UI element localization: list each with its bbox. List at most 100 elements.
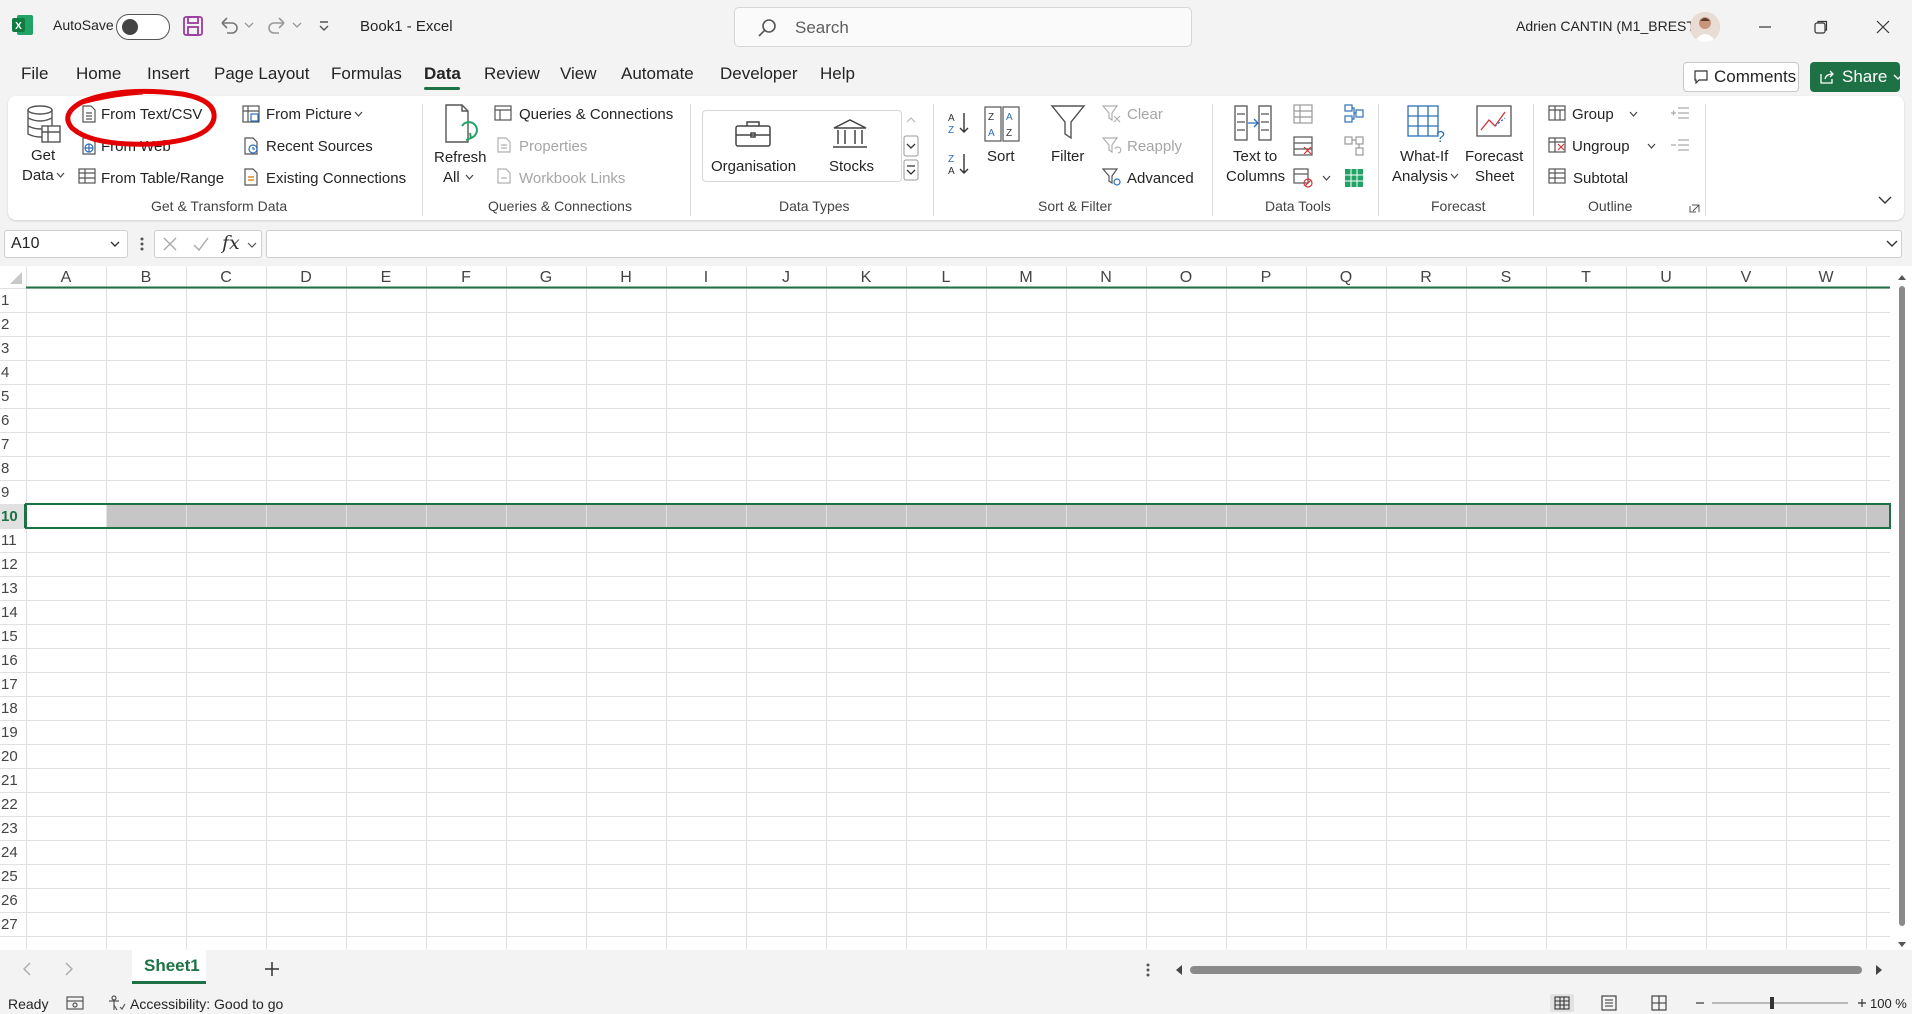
tab-help[interactable]: Help	[820, 64, 855, 84]
tab-insert[interactable]: Insert	[147, 64, 190, 84]
cancel-icon[interactable]	[162, 236, 178, 252]
row-header[interactable]: 10	[0, 508, 22, 525]
what-if-analysis-icon[interactable]: ?	[1406, 104, 1448, 144]
get-data-label-1[interactable]: Get	[31, 147, 55, 164]
gallery-scroll[interactable]	[903, 112, 919, 182]
chevron-down-icon[interactable]	[354, 111, 363, 117]
more-options-icon[interactable]	[1146, 962, 1150, 978]
flash-fill-icon[interactable]	[1293, 104, 1313, 124]
row-header[interactable]: 25	[0, 868, 22, 885]
zoom-level[interactable]: 100 %	[1870, 996, 1907, 1011]
column-header[interactable]: K	[826, 268, 906, 288]
what-if-label-1[interactable]: What-If	[1400, 148, 1448, 165]
chevron-down-icon[interactable]	[1450, 173, 1459, 179]
refresh-all-icon[interactable]	[444, 104, 480, 146]
more-options-icon[interactable]	[140, 236, 144, 252]
comments-button[interactable]: Comments	[1683, 62, 1799, 92]
autosave-toggle[interactable]	[116, 14, 170, 40]
text-to-columns-icon[interactable]	[1233, 104, 1275, 144]
tab-review[interactable]: Review	[484, 64, 540, 84]
column-header[interactable]: R	[1386, 268, 1466, 288]
column-header[interactable]: Q	[1306, 268, 1386, 288]
tab-view[interactable]: View	[560, 64, 597, 84]
row-header[interactable]: 9	[0, 484, 22, 501]
briefcase-icon[interactable]	[734, 120, 772, 148]
normal-view-icon[interactable]	[1550, 994, 1574, 1012]
sort-icon[interactable]: ZAAZ	[984, 106, 1020, 142]
chevron-down-icon[interactable]	[465, 174, 474, 180]
row-header[interactable]: 23	[0, 820, 22, 837]
add-sheet-icon[interactable]	[264, 961, 280, 977]
row-header[interactable]: 16	[0, 652, 22, 669]
chevron-down-icon[interactable]	[56, 172, 65, 178]
workbook-links-button[interactable]: Workbook Links	[519, 170, 625, 187]
column-header[interactable]: F	[426, 268, 506, 288]
close-icon[interactable]	[1870, 14, 1896, 40]
vertical-scrollbar[interactable]	[1896, 272, 1908, 952]
customize-toolbar-icon[interactable]	[318, 20, 330, 32]
row-header[interactable]: 11	[0, 532, 22, 549]
consolidate-icon[interactable]	[1344, 104, 1364, 124]
column-header[interactable]: S	[1466, 268, 1546, 288]
text-to-columns-label-2[interactable]: Columns	[1226, 168, 1285, 185]
row-header[interactable]: 27	[0, 916, 22, 933]
avatar[interactable]	[1690, 12, 1720, 42]
save-icon[interactable]	[182, 15, 204, 37]
row-header[interactable]: 2	[0, 316, 22, 333]
row-header[interactable]: 3	[0, 340, 22, 357]
from-picture-button[interactable]: From Picture	[266, 106, 352, 123]
column-header[interactable]: B	[106, 268, 186, 288]
column-header[interactable]: P	[1226, 268, 1306, 288]
redo-dropdown-icon[interactable]	[292, 22, 302, 28]
undo-dropdown-icon[interactable]	[244, 22, 254, 28]
hide-detail-icon[interactable]	[1670, 138, 1690, 152]
sheet-tab-sheet1[interactable]: Sheet1	[132, 950, 206, 984]
column-header[interactable]: N	[1066, 268, 1146, 288]
expand-formula-icon[interactable]	[1886, 240, 1898, 248]
zoom-slider[interactable]	[1694, 994, 1872, 1012]
search-box[interactable]: Search	[734, 7, 1192, 47]
restore-icon[interactable]	[1808, 14, 1834, 40]
column-header[interactable]: D	[266, 268, 346, 288]
accessibility-icon[interactable]	[108, 995, 126, 1011]
forecast-sheet-label-2[interactable]: Sheet	[1475, 168, 1514, 185]
sort-z-a-icon[interactable]: ZA	[947, 151, 971, 177]
dialog-launcher-icon[interactable]	[1689, 202, 1700, 213]
sort-button[interactable]: Sort	[987, 148, 1015, 165]
next-sheet-icon[interactable]	[64, 962, 74, 976]
row-header[interactable]: 7	[0, 436, 22, 453]
redo-icon[interactable]	[266, 15, 288, 35]
forecast-sheet-icon[interactable]	[1475, 104, 1515, 144]
reapply-button[interactable]: Reapply	[1127, 138, 1182, 155]
column-header[interactable]: G	[506, 268, 586, 288]
from-table-range-button[interactable]: From Table/Range	[101, 170, 224, 187]
relationships-icon[interactable]	[1344, 136, 1364, 156]
row-header[interactable]: 15	[0, 628, 22, 645]
insert-function-button[interactable]: fx	[222, 232, 240, 254]
column-header[interactable]: I	[666, 268, 746, 288]
column-header[interactable]: M	[986, 268, 1066, 288]
row-header[interactable]: 6	[0, 412, 22, 429]
refresh-label-2[interactable]: All	[443, 169, 460, 186]
refresh-label-1[interactable]: Refresh	[434, 149, 487, 166]
undo-icon[interactable]	[218, 15, 240, 35]
get-data-label-2[interactable]: Data	[22, 167, 54, 184]
column-header[interactable]: E	[346, 268, 426, 288]
text-to-columns-label-1[interactable]: Text to	[1233, 148, 1277, 165]
data-validation-icon[interactable]	[1293, 168, 1313, 188]
macro-record-icon[interactable]	[66, 995, 84, 1011]
column-header[interactable]: A	[26, 268, 106, 288]
get-data-icon[interactable]	[24, 104, 64, 146]
advanced-button[interactable]: Advanced	[1127, 170, 1194, 187]
row-header[interactable]: 20	[0, 748, 22, 765]
horizontal-scrollbar[interactable]	[1172, 962, 1886, 978]
row-header[interactable]: 12	[0, 556, 22, 573]
share-button[interactable]: Share	[1810, 62, 1903, 92]
row-header[interactable]: 24	[0, 844, 22, 861]
enter-icon[interactable]	[192, 236, 210, 252]
chevron-down-icon[interactable]	[247, 242, 257, 249]
column-header[interactable]: J	[746, 268, 826, 288]
remove-duplicates-icon[interactable]	[1293, 136, 1313, 156]
collapse-ribbon-icon[interactable]	[1878, 196, 1892, 205]
filter-button[interactable]: Filter	[1051, 148, 1084, 165]
